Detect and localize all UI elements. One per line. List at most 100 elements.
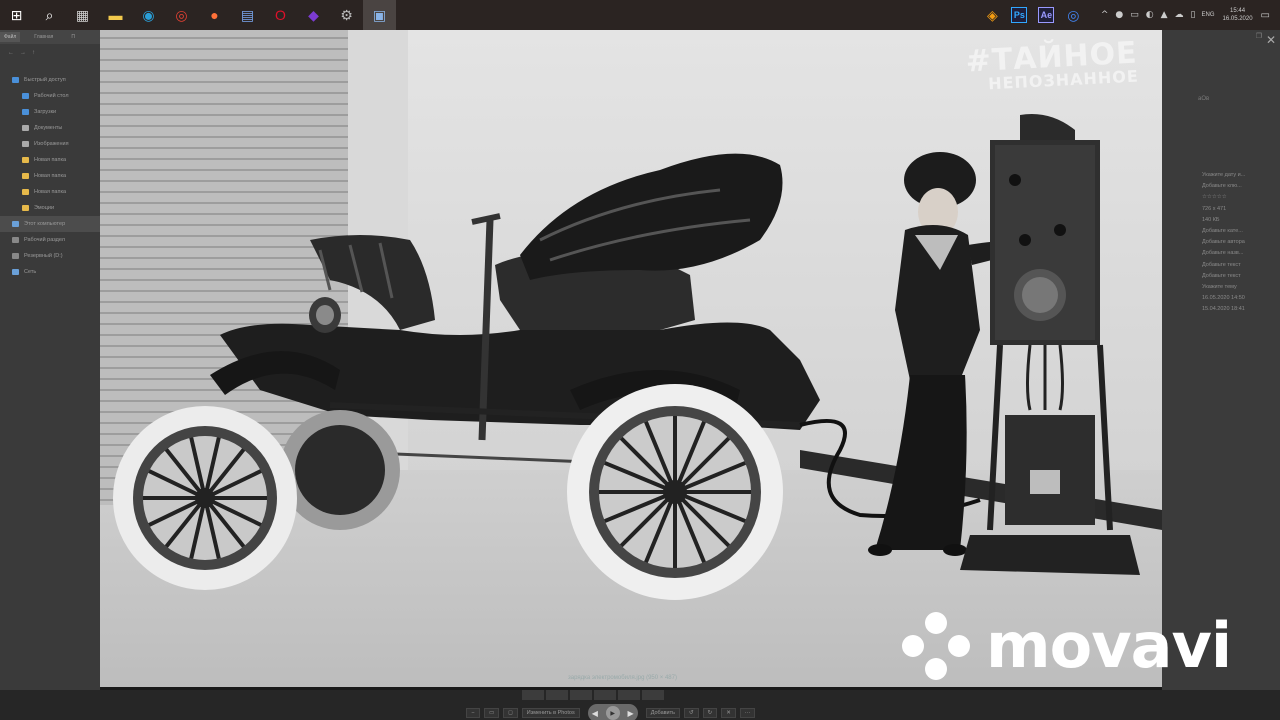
ribbon-tab[interactable]: Главная xyxy=(30,32,57,42)
after-effects-icon: Ae xyxy=(1038,7,1055,23)
taskbar-chrome-button[interactable]: ◎ xyxy=(165,0,198,30)
folder-icon xyxy=(12,77,19,83)
folder-icon xyxy=(12,237,19,243)
nav-tree-item[interactable]: Этот компьютер xyxy=(0,216,100,232)
nav-arrow-icon[interactable]: ← xyxy=(8,50,14,56)
ribbon-tab[interactable]: Файл xyxy=(0,32,21,42)
next-icon[interactable]: ▶ xyxy=(628,709,634,718)
nav-tree-item[interactable]: Рабочий стол xyxy=(0,88,100,104)
edit-in-photos-button[interactable]: Изменить в Photos xyxy=(521,708,580,718)
taskbar-search-button[interactable]: ⌕ xyxy=(33,0,66,30)
nav-tree-item[interactable]: Документы xyxy=(0,120,100,136)
edge-icon: ◉ xyxy=(142,6,155,23)
calculator-icon: ▦ xyxy=(75,6,90,23)
detail-property[interactable]: ☆☆☆☆☆ xyxy=(1202,192,1245,203)
thumbnail[interactable] xyxy=(594,690,616,700)
tray-icon[interactable]: ^ xyxy=(1101,10,1109,20)
nav-tree-item[interactable]: Сеть xyxy=(0,264,100,280)
detail-property[interactable]: 140 КБ xyxy=(1202,215,1245,226)
nav-tree-label: Загрузки xyxy=(34,109,57,115)
tray-icon[interactable]: ▯ xyxy=(1191,10,1196,20)
taskbar-firefox-button[interactable]: ● xyxy=(198,0,231,30)
taskbar-photos-button[interactable]: ▣ xyxy=(363,0,396,30)
ribbon-tab[interactable]: П xyxy=(67,32,79,42)
explorer-ribbon-tabs: Файл Главная П xyxy=(0,30,100,44)
fit-button[interactable]: ▭ xyxy=(484,708,500,718)
nav-arrow-icon[interactable]: → xyxy=(20,50,26,56)
thumbnail[interactable] xyxy=(522,690,544,700)
taskbar-photoshop-button[interactable]: Ps xyxy=(1006,0,1033,30)
image-caption: зарядка электромобиля.jpg (950 × 487) xyxy=(568,675,677,681)
nav-tree-item[interactable]: Новая папка xyxy=(0,152,100,168)
folder-icon xyxy=(22,109,29,115)
taskbar-chrome-alt-button[interactable]: ◎ xyxy=(1060,0,1087,30)
tray-icon[interactable]: ◐ xyxy=(1146,10,1154,20)
filmstrip xyxy=(522,690,664,700)
nav-tree-item[interactable]: Изображения xyxy=(0,136,100,152)
zoom-out-button[interactable]: − xyxy=(466,708,480,718)
restore-icon[interactable]: ❐ xyxy=(1256,32,1262,40)
nav-tree-label: Новая папка xyxy=(34,173,67,179)
detail-property[interactable]: Добавьте текст xyxy=(1202,271,1245,282)
nav-tree-item[interactable]: Загрузки xyxy=(0,104,100,120)
thumbnail[interactable] xyxy=(618,690,640,700)
clock[interactable]: 15:44 16.05.2020 xyxy=(1223,7,1253,23)
folder-icon: ▬ xyxy=(108,7,123,23)
play-slideshow-icon[interactable]: ▶ xyxy=(605,706,620,720)
detail-property[interactable]: Добавьте назв... xyxy=(1202,248,1245,259)
tray-icon[interactable]: ▲ xyxy=(1161,10,1168,20)
nav-tree-label: Новая папка xyxy=(34,189,67,195)
rotate-right-icon[interactable]: ↻ xyxy=(702,708,718,718)
rotate-left-icon[interactable]: ↺ xyxy=(684,708,699,718)
detail-property[interactable]: 726 x 471 xyxy=(1202,204,1245,215)
thumbnail[interactable] xyxy=(570,690,592,700)
folder-icon xyxy=(22,157,29,163)
taskbar-calculator-button[interactable]: ▦ xyxy=(66,0,99,30)
nav-tree-item[interactable]: Новая папка xyxy=(0,184,100,200)
detail-property[interactable]: Добавьте клю... xyxy=(1202,181,1245,192)
detail-property[interactable]: Укажите дату и... xyxy=(1202,170,1245,181)
taskbar-settings-button[interactable]: ⚙ xyxy=(330,0,363,30)
nav-arrow-icon[interactable]: ↑ xyxy=(32,50,35,56)
actual-size-button[interactable]: ◻ xyxy=(503,708,518,718)
taskbar-document-button[interactable]: ▤ xyxy=(231,0,264,30)
detail-property[interactable]: Добавьте кате... xyxy=(1202,226,1245,237)
close-icon[interactable]: ✕ xyxy=(1266,33,1276,47)
notification-icon[interactable]: ▭ xyxy=(1261,10,1270,21)
system-tray: ^ ● ▭ ◐ ▲ ☁ ▯ xyxy=(1101,10,1196,20)
taskbar-opera-button[interactable]: O xyxy=(264,0,297,30)
add-button[interactable]: Добавить xyxy=(645,708,681,718)
tray-icon[interactable]: ☁ xyxy=(1175,10,1184,20)
tray-icon[interactable]: ▭ xyxy=(1130,10,1139,20)
delete-icon[interactable]: ✕ xyxy=(721,708,736,718)
navigation-pill: ◀ ▶ ▶ xyxy=(587,704,638,720)
nav-tree-item[interactable]: Резервный (D:) xyxy=(0,248,100,264)
thumbnail[interactable] xyxy=(546,690,568,700)
taskbar-after-effects-button[interactable]: Ae xyxy=(1033,0,1060,30)
detail-property[interactable]: Добавьте автора xyxy=(1202,237,1245,248)
taskbar-windows-start-button[interactable]: ⊞ xyxy=(0,0,33,30)
language-indicator[interactable]: ENG xyxy=(1202,12,1215,18)
windows-icon: ⊞ xyxy=(10,6,23,23)
car-rear-wheel xyxy=(567,384,783,600)
thumbnail[interactable] xyxy=(642,690,664,700)
nav-tree-label: Быстрый доступ xyxy=(24,77,66,83)
detail-property[interactable]: Добавьте текст xyxy=(1202,260,1245,271)
detail-property[interactable]: 15.04.2020 18:41 xyxy=(1202,304,1245,315)
more-icon[interactable]: ⋯ xyxy=(739,708,756,718)
nav-tree-item[interactable]: Новая папка xyxy=(0,168,100,184)
taskbar-paint-app-button[interactable]: ◈ xyxy=(979,0,1006,30)
nav-tree-label: Резервный (D:) xyxy=(24,253,63,259)
taskbar-edge-button[interactable]: ◉ xyxy=(132,0,165,30)
nav-tree-item[interactable]: Быстрый доступ xyxy=(0,72,100,88)
tray-icon[interactable]: ● xyxy=(1115,10,1123,20)
taskbar-media-button[interactable]: ◆ xyxy=(297,0,330,30)
detail-property[interactable]: Укажите тему xyxy=(1202,282,1245,293)
previous-icon[interactable]: ◀ xyxy=(592,709,598,718)
taskbar-file-explorer-button[interactable]: ▬ xyxy=(99,0,132,30)
detail-property[interactable]: 16.05.2020 14:50 xyxy=(1202,293,1245,304)
nav-tree-item[interactable]: Рабочий раздел xyxy=(0,232,100,248)
nav-tree-item[interactable]: Эмоции xyxy=(0,200,100,216)
details-misc: аОв xyxy=(1198,96,1210,102)
search-icon: ⌕ xyxy=(45,6,54,23)
